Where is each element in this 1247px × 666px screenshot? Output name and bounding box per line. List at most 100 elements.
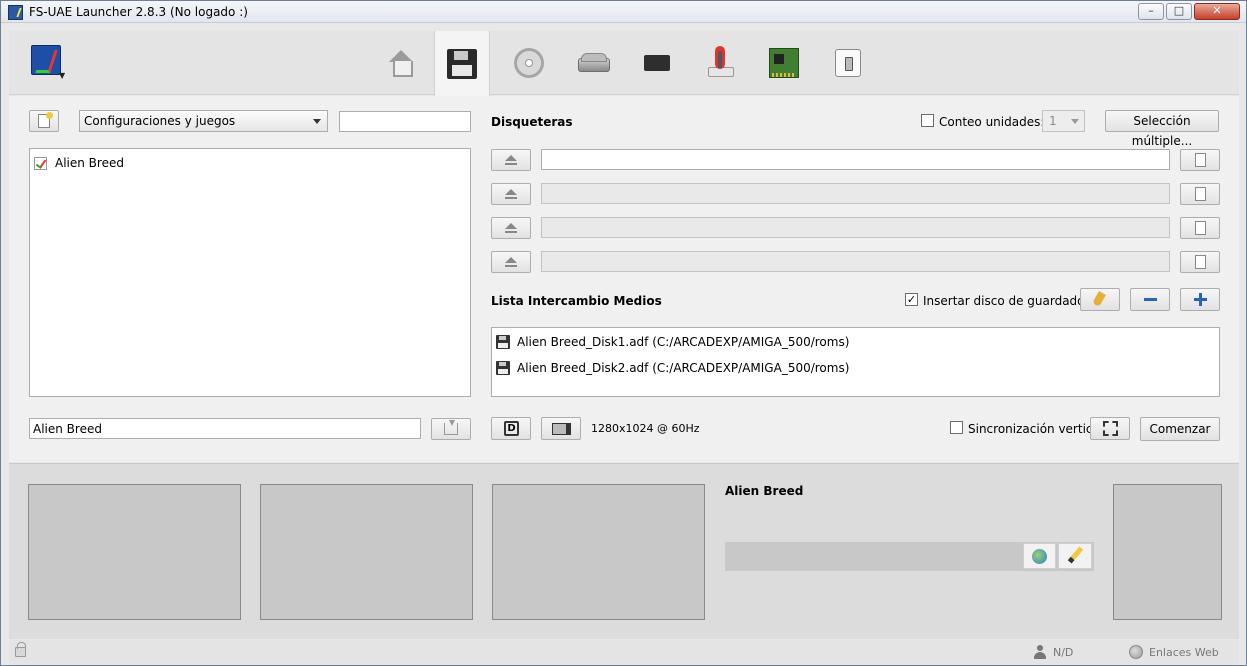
tab-hard-drives[interactable] bbox=[565, 31, 621, 95]
user-icon[interactable] bbox=[1034, 645, 1046, 659]
vsync-checkbox[interactable] bbox=[950, 421, 963, 434]
media-swap-section-title: Lista Intercambio Medios bbox=[491, 294, 662, 308]
media-swap-list[interactable]: Alien Breed_Disk1.adf (C:/ARCADEXP/AMIGA… bbox=[491, 327, 1220, 397]
app-icon bbox=[8, 5, 23, 20]
minimize-button[interactable]: – bbox=[1138, 3, 1164, 20]
pencil-icon bbox=[1067, 546, 1084, 564]
game-config-icon bbox=[34, 156, 47, 170]
display-icon: D bbox=[504, 421, 519, 436]
search-input[interactable] bbox=[339, 111, 471, 132]
clear-media-list-button[interactable] bbox=[1080, 288, 1120, 311]
tab-floppies[interactable] bbox=[434, 31, 490, 96]
list-item-label: Alien Breed bbox=[55, 156, 124, 170]
eject-drive-1-button[interactable] bbox=[491, 183, 531, 205]
chevron-down-icon bbox=[1071, 119, 1079, 124]
tab-home[interactable] bbox=[373, 31, 429, 95]
list-item[interactable]: Alien Breed_Disk1.adf (C:/ARCADEXP/AMIGA… bbox=[496, 333, 849, 351]
floppy-icon bbox=[496, 361, 510, 375]
eject-icon bbox=[505, 189, 517, 199]
globe-icon bbox=[1032, 549, 1047, 564]
web-links-link[interactable]: Enlaces Web bbox=[1149, 646, 1219, 659]
resolution-readout: 1280x1024 @ 60Hz bbox=[591, 422, 700, 435]
browse-drive-0-button[interactable] bbox=[1180, 149, 1220, 171]
floppy-icon bbox=[496, 335, 510, 349]
eject-drive-2-button[interactable] bbox=[491, 217, 531, 239]
list-item[interactable]: Alien Breed_Disk2.adf (C:/ARCADEXP/AMIGA… bbox=[496, 359, 849, 377]
floppies-section-title: Disqueteras bbox=[491, 115, 573, 129]
joystick-icon bbox=[705, 48, 735, 78]
minus-icon bbox=[1144, 298, 1157, 301]
list-item[interactable]: Alien Breed bbox=[34, 155, 124, 171]
config-name-input[interactable] bbox=[29, 418, 421, 439]
new-document-icon bbox=[38, 112, 53, 128]
fullscreen-icon bbox=[1103, 421, 1118, 436]
tab-cdroms[interactable] bbox=[501, 31, 557, 95]
switch-icon bbox=[835, 49, 861, 77]
main-panel: Configuraciones y juegos Alien Breed Dis… bbox=[9, 96, 1239, 462]
tab-roms-memory[interactable] bbox=[629, 31, 685, 95]
vsync-label: Sincronización vertical bbox=[968, 422, 1104, 436]
config-list-select[interactable]: Configuraciones y juegos bbox=[79, 110, 328, 132]
main-toolbar: ▼ bbox=[9, 31, 1239, 96]
browse-drive-2-button[interactable] bbox=[1180, 217, 1220, 239]
eject-drive-0-button[interactable] bbox=[491, 149, 531, 171]
cd-icon bbox=[514, 48, 544, 78]
tab-expansions[interactable] bbox=[756, 31, 812, 95]
drive-count-value: 1 bbox=[1049, 114, 1057, 128]
eject-icon bbox=[505, 257, 517, 267]
window-title: FS-UAE Launcher 2.8.3 (No logado :) bbox=[29, 5, 248, 19]
download-icon bbox=[444, 420, 458, 435]
expansion-card-icon bbox=[769, 48, 799, 78]
status-bar: N/D Enlaces Web bbox=[9, 640, 1239, 665]
file-icon bbox=[1195, 255, 1206, 269]
broom-icon bbox=[1092, 290, 1106, 308]
insert-save-disk-checkbox[interactable]: ✓ bbox=[905, 293, 918, 306]
eject-drive-3-button[interactable] bbox=[491, 251, 531, 273]
drive-2-field[interactable] bbox=[541, 217, 1170, 238]
lock-icon[interactable] bbox=[15, 642, 26, 657]
maximize-button[interactable]: □ bbox=[1166, 3, 1192, 20]
multi-select-button[interactable]: Selección múltiple... bbox=[1105, 110, 1219, 148]
new-config-button[interactable] bbox=[29, 110, 59, 132]
remove-media-button[interactable] bbox=[1130, 288, 1170, 311]
file-icon bbox=[1195, 187, 1206, 201]
screenshot-1 bbox=[28, 484, 241, 620]
menu-caret-icon: ▼ bbox=[59, 71, 66, 80]
drive-count-select[interactable]: 1 bbox=[1042, 110, 1085, 132]
list-item-label: Alien Breed_Disk2.adf (C:/ARCADEXP/AMIGA… bbox=[517, 361, 850, 375]
tab-additional-config[interactable] bbox=[820, 31, 876, 95]
drive-count-checkbox[interactable] bbox=[921, 114, 934, 127]
file-icon bbox=[1195, 221, 1206, 235]
save-config-button[interactable] bbox=[431, 418, 471, 440]
close-button[interactable]: ✕ bbox=[1194, 3, 1240, 20]
chip-icon bbox=[642, 48, 672, 78]
game-info-panel: Alien Breed bbox=[9, 463, 1239, 639]
file-icon bbox=[1195, 153, 1206, 167]
start-button[interactable]: Comenzar bbox=[1140, 417, 1220, 441]
chevron-down-icon bbox=[313, 119, 321, 124]
edit-button[interactable] bbox=[1058, 543, 1092, 569]
config-select-value: Configuraciones y juegos bbox=[84, 114, 236, 128]
screenshot-2 bbox=[260, 484, 473, 620]
drive-1-field[interactable] bbox=[541, 183, 1170, 204]
fs-uae-logo-menu-button[interactable] bbox=[31, 45, 61, 75]
window-icon bbox=[552, 423, 571, 435]
app-window: FS-UAE Launcher 2.8.3 (No logado :) – □ … bbox=[0, 0, 1247, 666]
eject-icon bbox=[505, 223, 517, 233]
list-item-label: Alien Breed_Disk1.adf (C:/ARCADEXP/AMIGA… bbox=[517, 335, 850, 349]
drive-count-label: Conteo unidades: bbox=[939, 115, 1045, 129]
insert-save-disk-label: Insertar disco de guardado bbox=[923, 294, 1085, 308]
drive-3-field[interactable] bbox=[541, 251, 1170, 272]
globe-icon[interactable] bbox=[1129, 645, 1143, 659]
tab-input[interactable] bbox=[692, 31, 748, 95]
cover-image bbox=[1113, 484, 1222, 620]
drive-0-field[interactable] bbox=[541, 149, 1170, 170]
browse-drive-1-button[interactable] bbox=[1180, 183, 1220, 205]
web-button[interactable] bbox=[1023, 543, 1056, 569]
add-media-button[interactable] bbox=[1180, 288, 1220, 311]
browse-drive-3-button[interactable] bbox=[1180, 251, 1220, 273]
window-mode-button[interactable] bbox=[541, 417, 581, 440]
fullscreen-button[interactable] bbox=[1090, 417, 1130, 440]
display-mode-button[interactable]: D bbox=[491, 417, 531, 440]
games-list[interactable]: Alien Breed bbox=[29, 148, 471, 397]
